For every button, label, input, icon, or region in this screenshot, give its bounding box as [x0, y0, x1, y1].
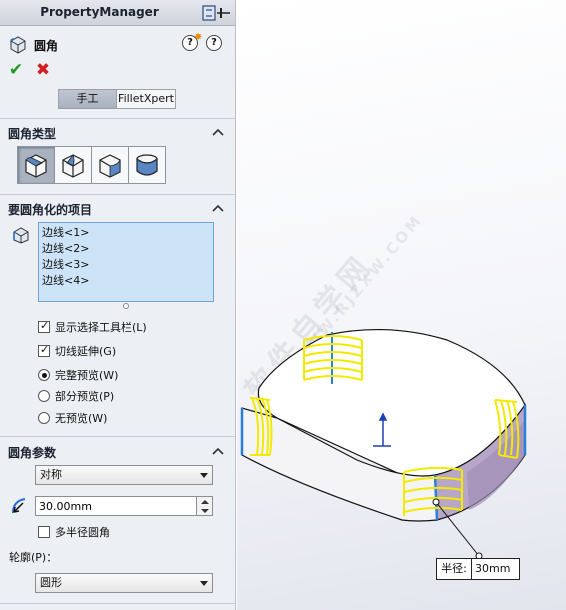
variable-radius-icon: [62, 154, 84, 178]
list-resize-handle[interactable]: [123, 303, 129, 309]
list-item[interactable]: 边线<2>: [42, 241, 210, 257]
items-to-fillet-list[interactable]: 边线<1> 边线<2> 边线<3> 边线<4>: [38, 222, 214, 302]
constant-radius-icon: [25, 154, 47, 178]
partial-preview-radio[interactable]: [38, 390, 50, 402]
list-item[interactable]: 边线<4>: [42, 273, 210, 289]
profile-value: 圆形: [40, 576, 62, 589]
panel-header: PropertyManager: [0, 0, 235, 26]
show-selection-toolbar-option[interactable]: 显示选择工具栏(L): [38, 319, 147, 335]
full-preview-label: 完整预览(W): [55, 369, 119, 382]
fillet-preview-model: [240, 328, 527, 560]
pin-icon[interactable]: [201, 4, 231, 22]
feature-name: 圆角: [34, 39, 59, 53]
show-selection-toolbar-checkbox[interactable]: [38, 319, 50, 333]
spin-up-icon[interactable]: [201, 500, 209, 504]
list-item[interactable]: 边线<3>: [42, 257, 210, 273]
profile-dropdown[interactable]: 圆形: [35, 573, 213, 593]
divider: [0, 603, 235, 604]
tangent-propagation-label: 切线延伸(G): [55, 345, 117, 358]
partial-preview-label: 部分预览(P): [55, 390, 115, 403]
constant-radius-fillet-button[interactable]: [17, 146, 55, 184]
tangent-propagation-checkbox[interactable]: [38, 343, 50, 357]
collapse-icon[interactable]: [212, 447, 224, 455]
tab-filletxpert[interactable]: FilletXpert: [117, 90, 175, 108]
fillet-method-value: 对称: [40, 468, 62, 481]
face-fillet-button[interactable]: [91, 146, 129, 184]
edge-selection-icon: [13, 227, 29, 244]
no-preview-option[interactable]: 无预览(W): [38, 410, 107, 426]
chevron-down-icon: [200, 473, 208, 478]
mode-tabs: 手工 FilletXpert: [58, 89, 176, 109]
panel-title: PropertyManager: [40, 5, 159, 19]
no-preview-label: 无预览(W): [55, 412, 108, 425]
cancel-button[interactable]: ✖: [34, 61, 52, 79]
divider: [0, 436, 235, 437]
ok-button[interactable]: ✔: [7, 61, 25, 79]
tab-manual[interactable]: 手工: [59, 90, 117, 108]
graphics-viewport[interactable]: 软件自学网 WWW.RJZXW.COM 半径: 30mm: [237, 0, 566, 610]
full-round-icon: [136, 154, 158, 176]
property-manager-panel: PropertyManager 圆角 ? ✸ ? ✔ ✖ 手工 FilletXpe…: [0, 0, 236, 610]
fillet-feature-icon: [10, 36, 26, 54]
profile-label: 轮廓(P)：: [9, 551, 58, 564]
show-selection-toolbar-label: 显示选择工具栏(L): [55, 321, 147, 334]
list-item[interactable]: 边线<1>: [42, 225, 210, 241]
feature-row: 圆角 ? ✸ ?: [8, 32, 228, 56]
whats-new-help-icon[interactable]: ? ✸: [182, 32, 202, 51]
fillet-type-buttons: [17, 146, 166, 184]
help-icon[interactable]: ?: [206, 35, 222, 51]
no-preview-radio[interactable]: [38, 412, 50, 424]
full-round-fillet-button[interactable]: [128, 146, 166, 184]
radius-callout-label: 半径:: [437, 559, 472, 579]
tangent-propagation-option[interactable]: 切线延伸(G): [38, 343, 116, 359]
radius-callout-value[interactable]: 30mm: [472, 559, 510, 579]
collapse-icon[interactable]: [212, 128, 224, 136]
params-group-title: 圆角参数: [8, 446, 57, 460]
variable-radius-fillet-button[interactable]: [54, 146, 92, 184]
items-group-title: 要圆角化的项目: [8, 203, 93, 217]
multi-radius-checkbox[interactable]: [38, 526, 50, 538]
radius-callout[interactable]: 半径: 30mm: [436, 558, 520, 580]
collapse-icon[interactable]: [212, 204, 224, 212]
multi-radius-option[interactable]: 多半径圆角: [38, 524, 110, 540]
fillet-type-group-title: 圆角类型: [8, 127, 57, 141]
full-preview-option[interactable]: 完整预览(W): [38, 367, 118, 383]
radius-input[interactable]: [35, 496, 197, 516]
radius-spinner[interactable]: [196, 496, 213, 516]
fillet-method-dropdown[interactable]: 对称: [35, 465, 213, 485]
spin-down-icon[interactable]: [201, 509, 209, 513]
multi-radius-label: 多半径圆角: [55, 526, 110, 539]
divider: [0, 118, 235, 119]
partial-preview-option[interactable]: 部分预览(P): [38, 388, 114, 404]
radius-icon: [12, 498, 26, 514]
full-preview-radio[interactable]: [38, 369, 50, 381]
chevron-down-icon: [200, 581, 208, 586]
divider: [0, 194, 235, 195]
face-fillet-icon: [99, 154, 121, 178]
